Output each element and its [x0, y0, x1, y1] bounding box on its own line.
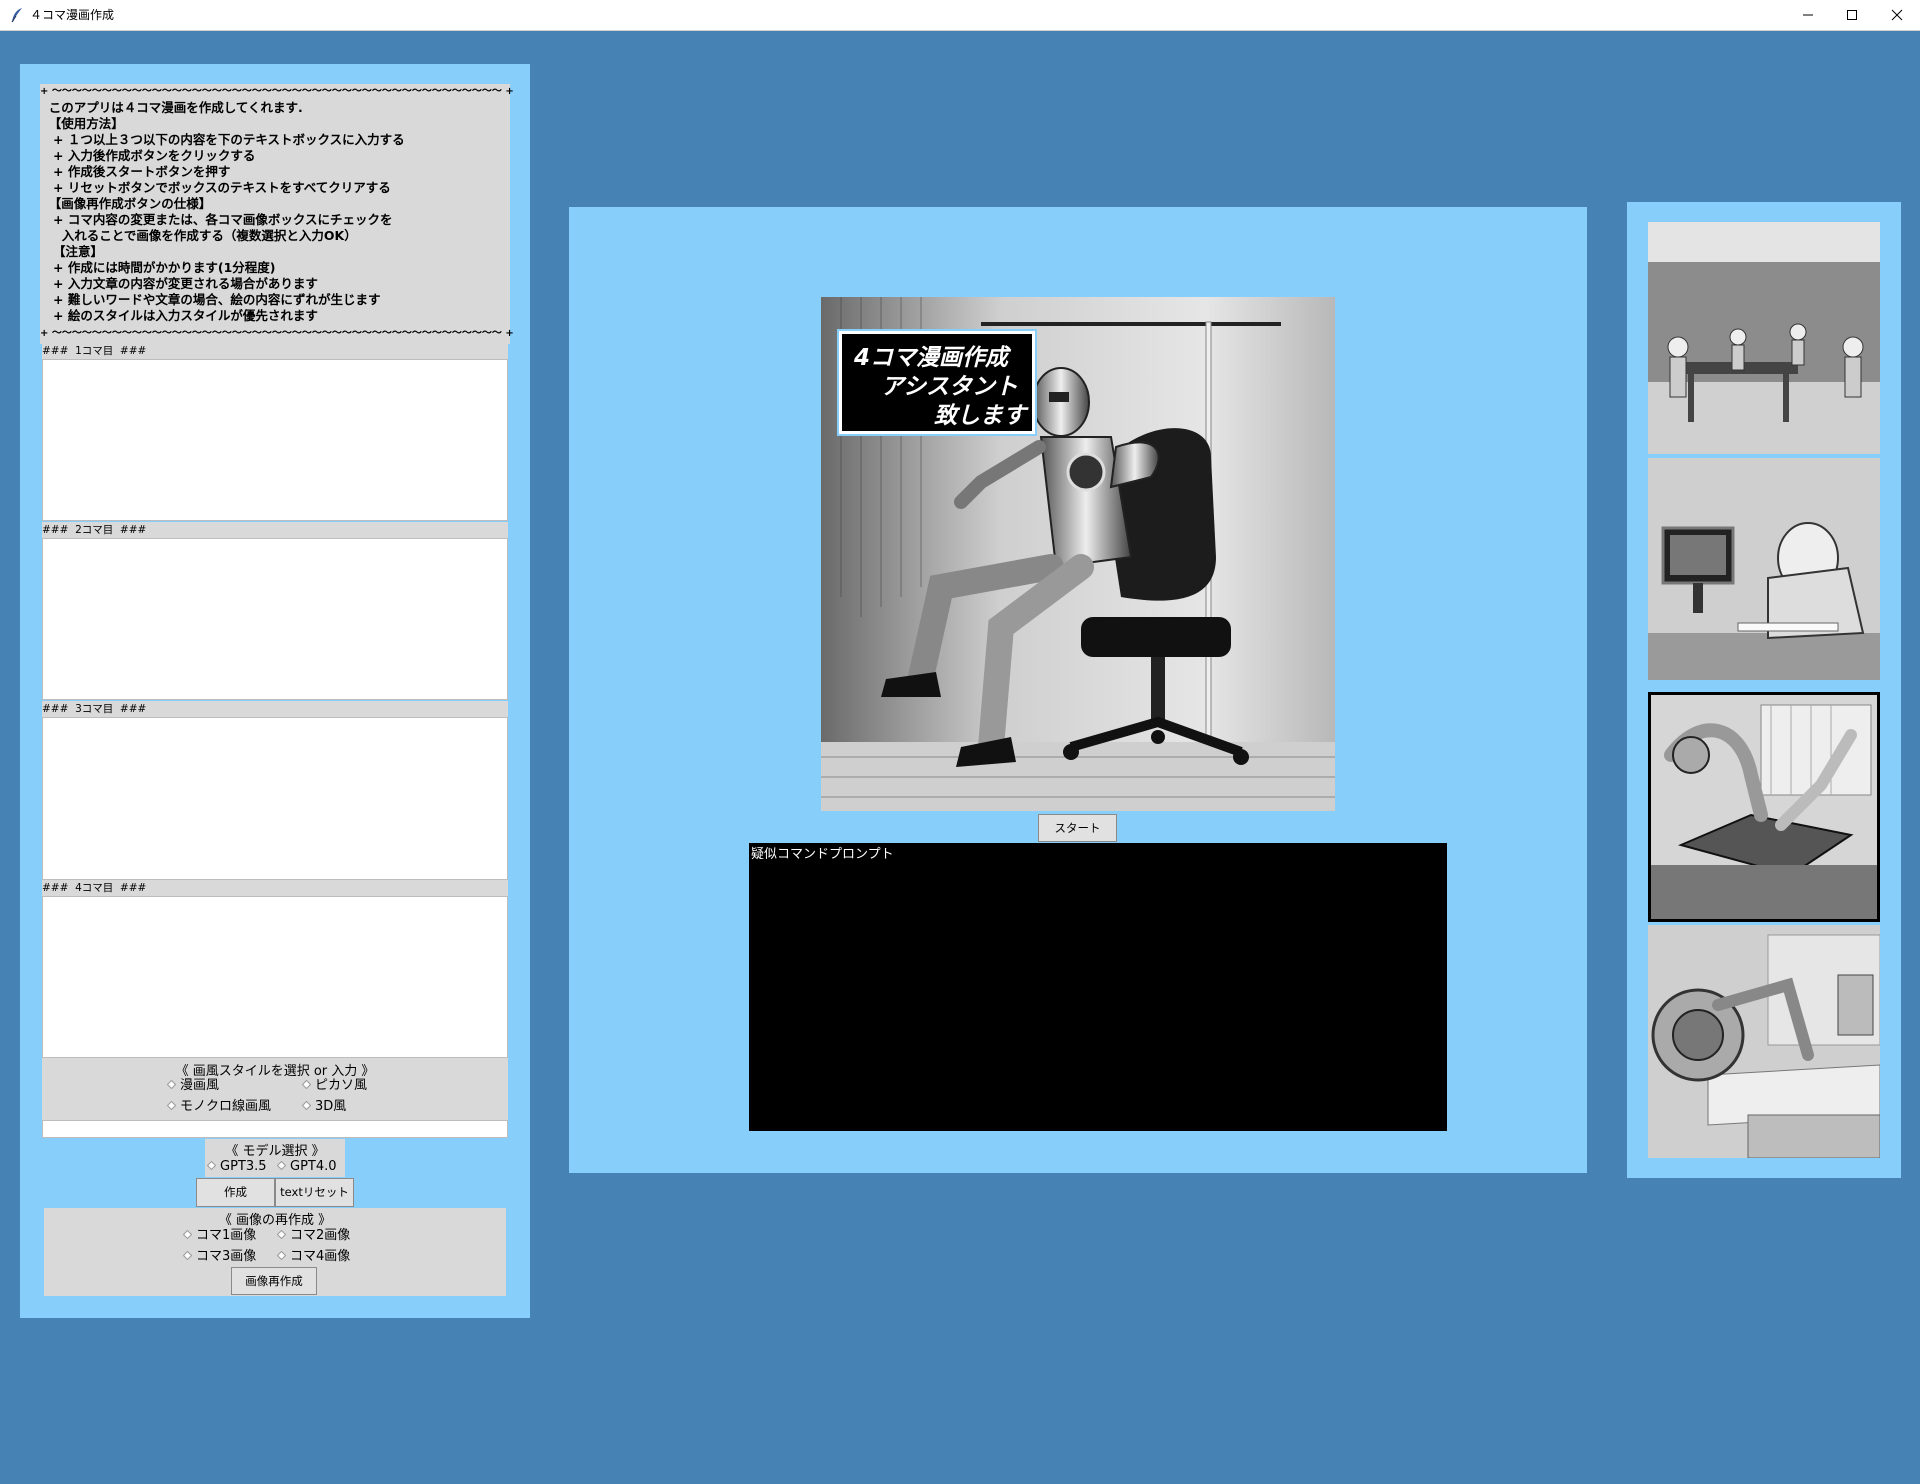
robot-at-drafting-desk-image	[1648, 925, 1880, 1158]
instructions-border-bottom: + ～～～～～～～～～～～～～～～～～～～～～～～～～～～～～～～～～～～～～～…	[40, 328, 514, 339]
instructions-line: + 絵のスタイルは入力スタイルが優先されます	[40, 308, 318, 323]
instructions-line: + 作成には時間がかかります(1分程度)	[40, 260, 276, 275]
radio-icon	[167, 1101, 176, 1110]
panel-2-textbox[interactable]	[42, 538, 508, 700]
instructions-line: このアプリは４コマ漫画を作成してくれます.	[40, 100, 303, 115]
model-option-label: GPT4.0	[290, 1159, 337, 1174]
regenerate-image-button[interactable]: 画像再作成	[231, 1267, 317, 1295]
robot-arm-drawing-image	[1651, 695, 1877, 919]
regenerate-title: 《 画像の再作成 》	[218, 1213, 332, 1228]
panel-4-thumbnail	[1648, 925, 1880, 1158]
panel-1-textbox[interactable]	[42, 359, 508, 521]
start-button[interactable]: スタート	[1038, 814, 1117, 842]
panel-4-textbox[interactable]	[42, 896, 508, 1058]
model-select-box: 《 モデル選択 》 GPT3.5 GPT4.0	[205, 1139, 345, 1177]
instructions-border-top: + ～～～～～～～～～～～～～～～～～～～～～～～～～～～～～～～～～～～～～～…	[40, 86, 514, 97]
robot-writing-at-desk-image	[1648, 458, 1880, 680]
style-option-label: モノクロ線画風	[180, 1099, 272, 1114]
instructions-line: + 入力後作成ボタンをクリックする	[40, 148, 256, 163]
instructions-line: 【注意】	[40, 244, 104, 259]
robots-at-meeting-table-image	[1648, 222, 1880, 454]
regen-option-label: コマ4画像	[290, 1249, 351, 1264]
instructions-line: 入れることで画像を作成する（複数選択と入力OK）	[40, 228, 357, 243]
title-bar: ４コマ漫画作成	[0, 0, 1920, 31]
maximize-button[interactable]	[1829, 0, 1875, 30]
panel-1-label: ### 1コマ目 ###	[42, 343, 508, 359]
panel-2-thumbnail	[1648, 458, 1880, 680]
model-option-label: GPT3.5	[220, 1159, 267, 1174]
radio-icon	[183, 1251, 192, 1260]
regen-option-label: コマ3画像	[196, 1249, 257, 1264]
style-select-box: 《 画風スタイルを選択 or 入力 》 漫画風 ピカソ風 モノクロ線画風 3D風	[42, 1058, 508, 1120]
window-title: ４コマ漫画作成	[30, 8, 115, 22]
regen-option-panel-3[interactable]: コマ3画像	[183, 1248, 256, 1266]
model-option-gpt35[interactable]: GPT3.5	[207, 1158, 267, 1176]
regen-option-panel-1[interactable]: コマ1画像	[183, 1227, 256, 1245]
style-input[interactable]	[42, 1120, 508, 1138]
create-button[interactable]: 作成	[196, 1178, 275, 1207]
radio-icon	[277, 1230, 286, 1239]
minimize-icon	[1803, 14, 1813, 16]
instructions-line: 【画像再作成ボタンの仕様】	[40, 196, 212, 211]
panel-4-label: ### 4コマ目 ###	[42, 880, 508, 896]
model-select-title: 《 モデル選択 》	[225, 1144, 325, 1159]
panel-3-textbox[interactable]	[42, 717, 508, 880]
panel-1-thumbnail	[1648, 222, 1880, 454]
close-button[interactable]	[1874, 0, 1920, 30]
instructions-line: + リセットボタンでボックスのテキストをすべてクリアする	[40, 180, 391, 195]
maximize-icon	[1847, 10, 1857, 20]
caption-box: 4コマ漫画作成 アシスタント 致します	[839, 331, 1035, 434]
model-option-gpt40[interactable]: GPT4.0	[277, 1158, 337, 1176]
instructions-line: + 作成後スタートボタンを押す	[40, 164, 231, 179]
regen-option-panel-2[interactable]: コマ2画像	[277, 1227, 350, 1245]
regen-option-label: コマ2画像	[290, 1228, 351, 1243]
radio-icon	[302, 1080, 311, 1089]
regen-option-label: コマ1画像	[196, 1228, 257, 1243]
radio-icon	[207, 1161, 216, 1170]
text-reset-button[interactable]: textリセット	[275, 1178, 354, 1207]
panel-2-label: ### 2コマ目 ###	[42, 522, 508, 538]
style-option-picasso[interactable]: ピカソ風	[302, 1077, 367, 1095]
close-icon	[1891, 9, 1903, 21]
instructions-line: + 入力文章の内容が変更される場合があります	[40, 276, 318, 291]
console-text: 疑似コマンドプロンプト	[751, 847, 894, 862]
style-option-label: 漫画風	[180, 1078, 220, 1093]
style-option-3d[interactable]: 3D風	[302, 1098, 346, 1116]
radio-icon	[167, 1080, 176, 1089]
pseudo-command-prompt[interactable]: 疑似コマンドプロンプト	[749, 843, 1447, 1131]
style-option-monochrome[interactable]: モノクロ線画風	[167, 1098, 271, 1116]
instructions-line: + １つ以上３つ以下の内容を下のテキストボックスに入力する	[40, 132, 405, 147]
instructions-line: 【使用方法】	[40, 116, 124, 131]
panel-3-label: ### 3コマ目 ###	[42, 701, 508, 717]
feather-icon	[10, 7, 24, 23]
radio-icon	[277, 1161, 286, 1170]
panel-3-thumbnail	[1648, 692, 1880, 922]
radio-icon	[183, 1230, 192, 1239]
instructions-line: + 難しいワードや文章の場合、絵の内容にずれが生じます	[40, 292, 381, 307]
minimize-button[interactable]	[1785, 0, 1831, 30]
style-option-label: ピカソ風	[315, 1078, 368, 1093]
instructions-box: + ～～～～～～～～～～～～～～～～～～～～～～～～～～～～～～～～～～～～～～…	[40, 84, 514, 344]
style-option-label: 3D風	[315, 1099, 347, 1114]
instructions-line: + コマ内容の変更または、各コマ画像ボックスにチェックを	[40, 212, 393, 227]
radio-icon	[302, 1101, 311, 1110]
style-option-manga[interactable]: 漫画風	[167, 1077, 219, 1095]
radio-icon	[277, 1251, 286, 1260]
style-select-title: 《 画風スタイルを選択 or 入力 》	[175, 1064, 375, 1079]
caption-line: 致します	[934, 403, 1026, 429]
regen-option-panel-4[interactable]: コマ4画像	[277, 1248, 350, 1266]
